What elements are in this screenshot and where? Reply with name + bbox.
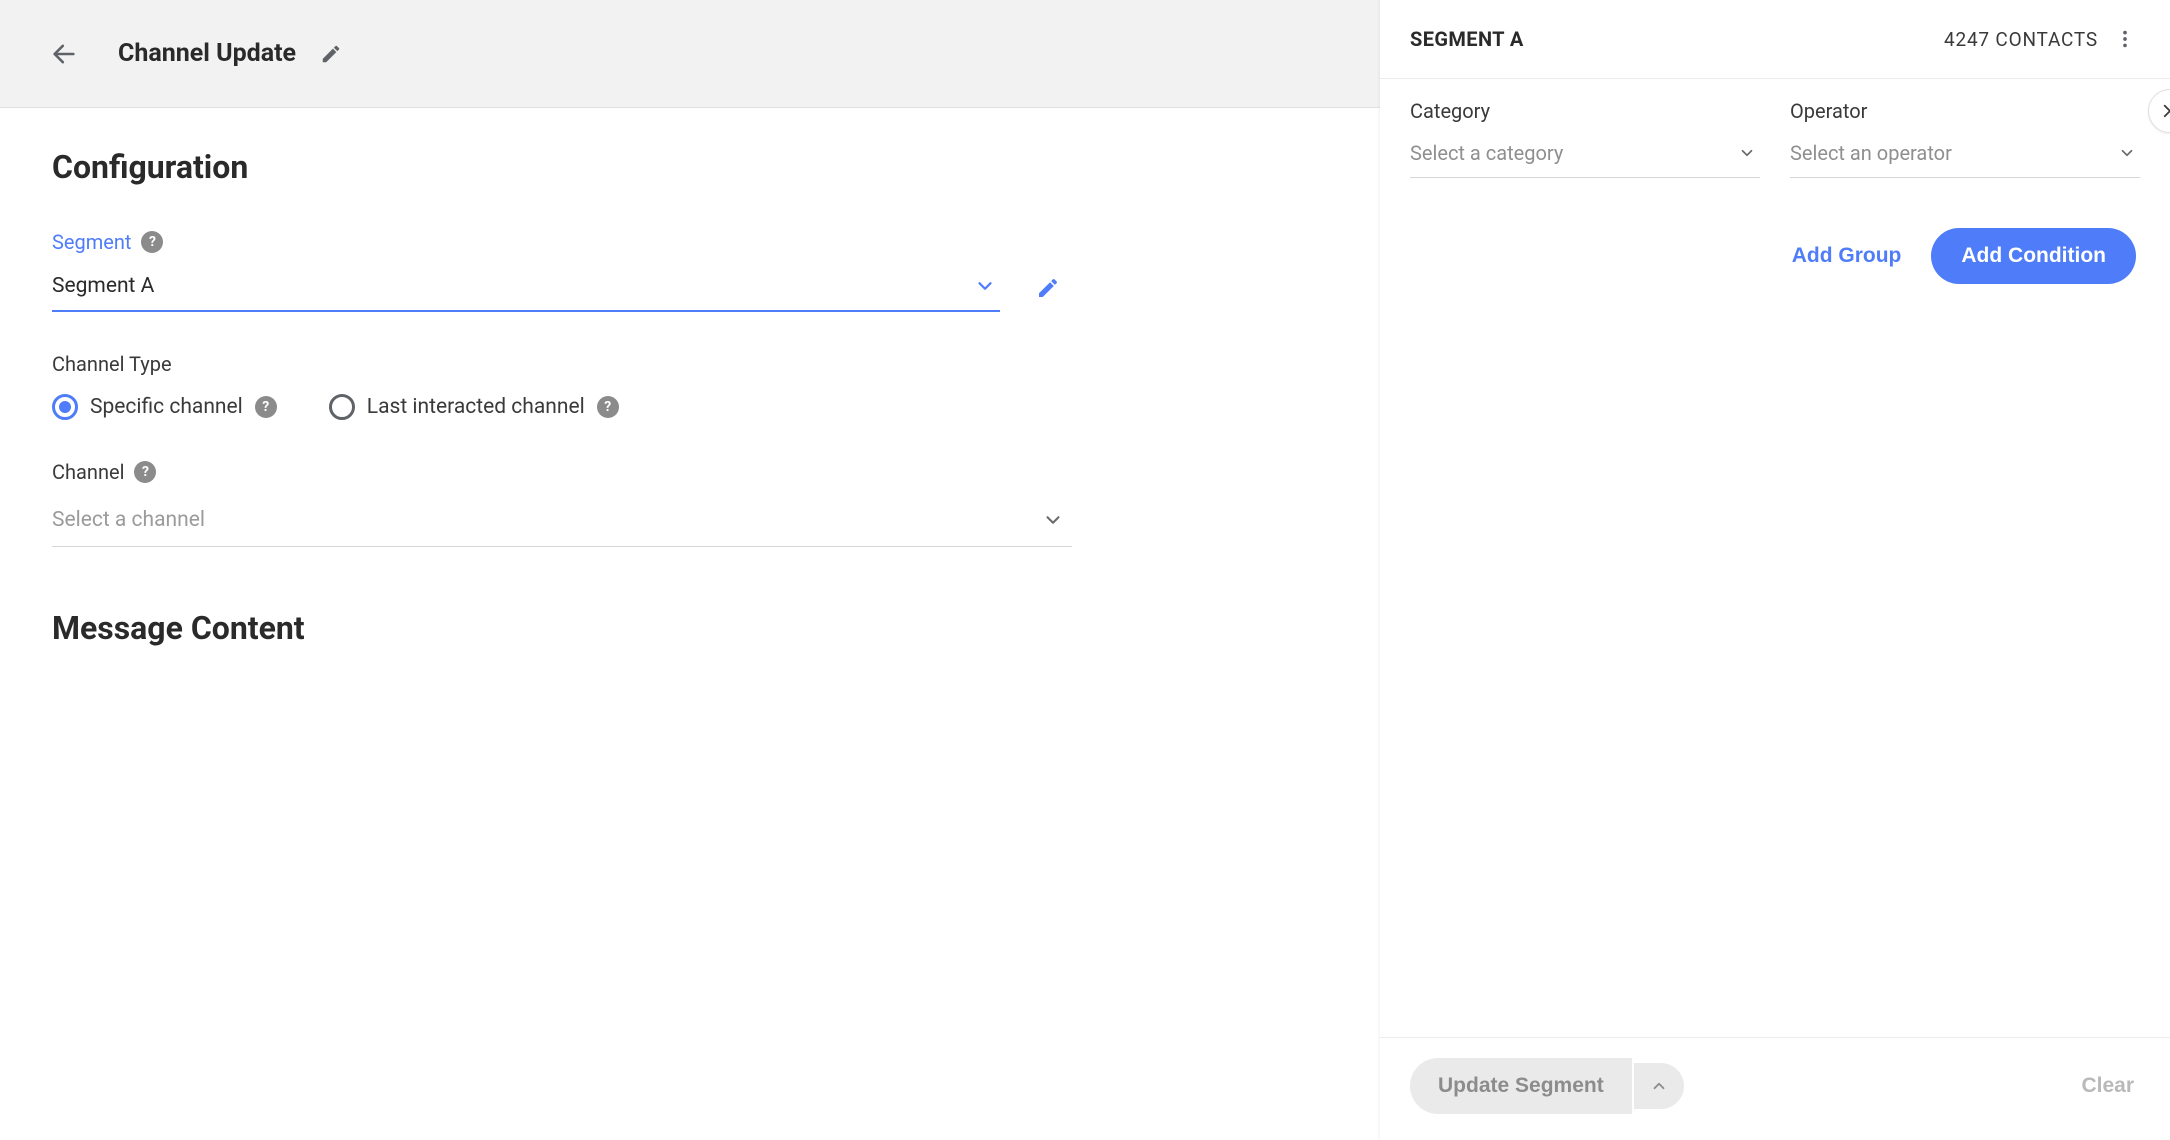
configuration-heading: Configuration [52, 148, 1328, 186]
chevron-down-icon [1738, 144, 1756, 162]
edit-title-icon[interactable] [320, 43, 342, 65]
segment-panel: SEGMENT A 4247 CONTACTS Category Select … [1380, 0, 2170, 1140]
segment-select-value: Segment A [52, 274, 154, 298]
page-title: Channel Update [118, 39, 296, 68]
message-content-heading: Message Content [52, 609, 1328, 647]
help-icon[interactable]: ? [134, 461, 156, 483]
update-segment-button[interactable]: Update Segment [1410, 1058, 1632, 1114]
clear-button[interactable]: Clear [2075, 1073, 2140, 1099]
segment-select[interactable]: Segment A [52, 264, 1000, 312]
radio-last-interacted[interactable]: Last interacted channel ? [329, 394, 619, 420]
radio-label: Specific channel [90, 395, 243, 419]
help-icon[interactable]: ? [597, 396, 619, 418]
channel-label: Channel [52, 460, 124, 484]
operator-label: Operator [1790, 99, 2140, 123]
help-icon[interactable]: ? [255, 396, 277, 418]
radio-label: Last interacted channel [367, 395, 585, 419]
chevron-down-icon [2118, 144, 2136, 162]
chevron-down-icon [974, 275, 996, 297]
close-condition-icon[interactable] [2148, 89, 2170, 133]
category-label: Category [1410, 99, 1760, 123]
contacts-count-label: 4247 CONTACTS [1944, 28, 2098, 51]
edit-segment-icon[interactable] [1036, 276, 1060, 300]
topbar: Channel Update [0, 0, 1380, 108]
channel-type-label: Channel Type [52, 352, 172, 376]
segment-panel-title: SEGMENT A [1410, 27, 1524, 51]
segment-label: Segment [52, 230, 131, 254]
radio-icon [52, 394, 78, 420]
operator-select[interactable]: Select an operator [1790, 129, 2140, 178]
chevron-down-icon [1042, 509, 1064, 531]
update-segment-dropdown[interactable] [1634, 1063, 1684, 1109]
category-select[interactable]: Select a category [1410, 129, 1760, 178]
channel-select[interactable]: Select a channel [52, 494, 1072, 547]
help-icon[interactable]: ? [141, 231, 163, 253]
channel-select-placeholder: Select a channel [52, 508, 205, 532]
add-group-button[interactable]: Add Group [1784, 234, 1910, 278]
channel-type-radio-group: Specific channel ? Last interacted chann… [52, 394, 1328, 420]
operator-select-placeholder: Select an operator [1790, 141, 1952, 165]
radio-icon [329, 394, 355, 420]
radio-specific-channel[interactable]: Specific channel ? [52, 394, 277, 420]
add-condition-button[interactable]: Add Condition [1931, 228, 2136, 284]
category-select-placeholder: Select a category [1410, 141, 1563, 165]
more-menu-icon[interactable] [2110, 24, 2140, 54]
back-arrow-icon[interactable] [50, 40, 78, 68]
